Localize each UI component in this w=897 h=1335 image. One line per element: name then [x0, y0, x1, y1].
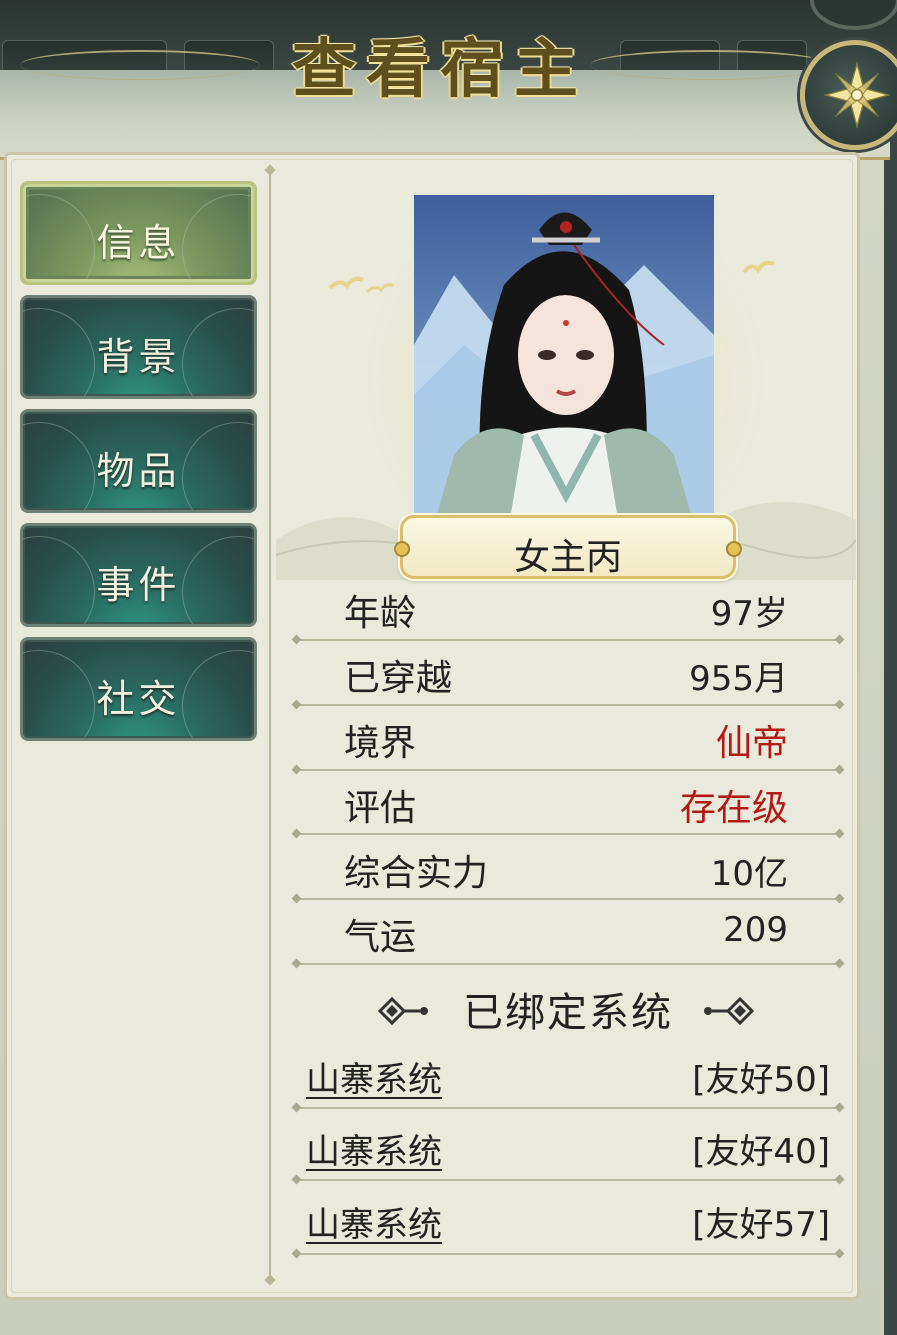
divider — [296, 833, 840, 835]
diamond-ornament-icon — [704, 996, 755, 1026]
sidebar-item-label: 事件 — [96, 563, 181, 607]
stat-value: 10亿 — [710, 854, 788, 894]
stat-row-luck: 气运 209 — [296, 902, 840, 966]
system-relation: [友好50] — [692, 1060, 830, 1100]
stat-row-realm: 境界 仙帝 — [296, 708, 840, 772]
sidebar-item-info[interactable]: 信息 — [20, 181, 257, 285]
sidebar-item-label: 信息 — [96, 221, 181, 265]
bound-systems-header: 已绑定系统 — [296, 980, 840, 1040]
divider — [296, 1179, 840, 1181]
divider — [296, 963, 840, 965]
stat-value: 仙帝 — [715, 723, 788, 764]
title-ornament-left — [20, 50, 260, 80]
system-row[interactable]: 山寨系统 [友好57] — [296, 1189, 840, 1249]
character-name: 女主丙 — [513, 537, 622, 578]
stat-row-assessment: 评估 存在级 — [296, 773, 840, 837]
system-name-link[interactable]: 山寨系统 — [306, 1197, 442, 1246]
bird-decoration-icon — [328, 276, 394, 294]
sidebar-item-items[interactable]: 物品 — [20, 409, 257, 513]
stat-label: 已穿越 — [344, 658, 453, 699]
section-title: 已绑定系统 — [463, 990, 673, 1036]
sidebar-item-events[interactable]: 事件 — [20, 523, 257, 627]
stat-label: 气运 — [344, 917, 417, 958]
stat-value: 97岁 — [710, 594, 788, 634]
stat-row-power: 综合实力 10亿 — [296, 838, 840, 902]
stat-label: 综合实力 — [344, 853, 489, 894]
stat-row-age: 年龄 97岁 — [296, 578, 840, 642]
stat-label: 境界 — [344, 723, 417, 764]
divider — [296, 1253, 840, 1255]
system-row[interactable]: 山寨系统 [友好50] — [296, 1044, 840, 1104]
divider — [296, 769, 840, 771]
character-name-plate: 女主丙 — [394, 515, 742, 579]
system-name-link[interactable]: 山寨系统 — [306, 1124, 442, 1173]
system-relation: [友好40] — [692, 1132, 830, 1172]
divider — [296, 704, 840, 706]
system-relation: [友好57] — [692, 1205, 830, 1245]
stat-label: 年龄 — [344, 593, 417, 634]
sidebar-item-background[interactable]: 背景 — [20, 295, 257, 399]
stat-row-traversed: 已穿越 955月 — [296, 643, 840, 707]
sidebar-item-label: 社交 — [96, 677, 181, 721]
dialog-title: 查看宿主 — [292, 32, 588, 107]
stat-label: 评估 — [344, 788, 417, 829]
shuriken-close-icon — [823, 61, 891, 129]
divider — [296, 639, 840, 641]
stat-value: 209 — [723, 910, 788, 950]
stat-value: 存在级 — [679, 788, 788, 829]
system-name-link[interactable]: 山寨系统 — [306, 1052, 442, 1101]
stat-value: 955月 — [689, 659, 788, 699]
sidebar-divider — [269, 170, 271, 1280]
character-portrait — [414, 195, 714, 550]
system-row[interactable]: 山寨系统 [友好40] — [296, 1116, 840, 1176]
divider — [296, 1107, 840, 1109]
sidebar-item-label: 物品 — [96, 449, 181, 493]
bird-decoration-icon — [742, 260, 775, 274]
sidebar-item-label: 背景 — [96, 335, 181, 379]
diamond-ornament-icon — [377, 996, 428, 1026]
sidebar-item-social[interactable]: 社交 — [20, 637, 257, 741]
divider — [296, 898, 840, 900]
